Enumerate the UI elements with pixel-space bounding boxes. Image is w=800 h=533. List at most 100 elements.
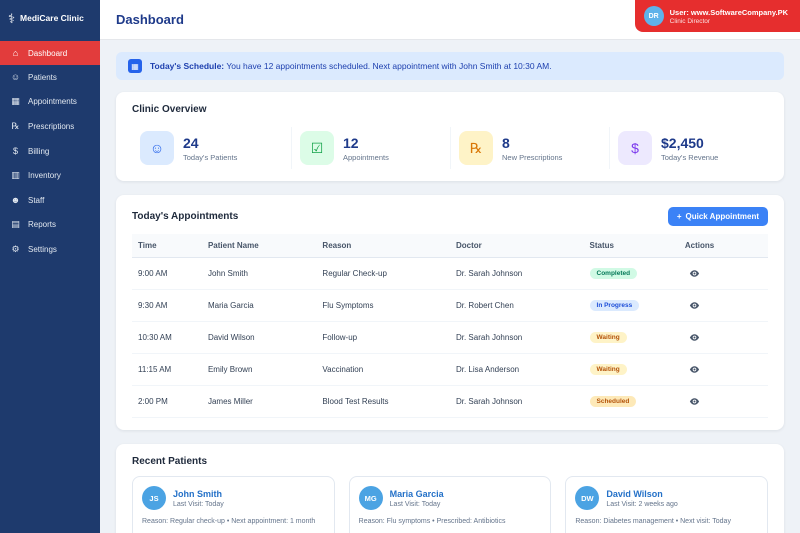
- table-row: 11:15 AM Emily Brown Vaccination Dr. Lis…: [132, 353, 768, 386]
- column-header-doctor: Doctor: [449, 234, 584, 258]
- quick-appointment-button[interactable]: + Quick Appointment: [667, 207, 768, 226]
- sidebar-item-label: Dashboard: [28, 48, 68, 58]
- status-badge: Completed: [589, 268, 638, 279]
- stats-row: ☺ 24 Today's Patients ☑ 12 Appointments: [132, 127, 768, 169]
- sidebar-item-appointments[interactable]: ▦ Appointments: [0, 89, 100, 114]
- patient-name: David Wilson: [606, 488, 663, 499]
- calendar-check-icon: ☑: [300, 131, 334, 165]
- medical-logo-icon: ⚕: [8, 11, 16, 26]
- stat-todays-revenue: $ $2,450 Today's Revenue: [609, 127, 768, 169]
- patient-card: MG Maria Garcia Last Visit: Today Reason…: [348, 476, 552, 533]
- patient-name: Maria Garcia: [389, 488, 444, 499]
- stat-label: Appointments: [343, 152, 389, 162]
- sidebar-item-dashboard[interactable]: ⌂ Dashboard: [0, 41, 100, 65]
- patient-detail: Reason: Flu symptoms • Prescribed: Antib…: [358, 518, 506, 525]
- cell-patient: Emily Brown: [201, 353, 317, 386]
- calendar-icon: ▦: [128, 59, 142, 73]
- status-badge: Scheduled: [589, 396, 637, 407]
- cell-reason: Blood Test Results: [316, 385, 450, 418]
- sidebar-item-label: Billing: [28, 146, 50, 156]
- cell-reason: Vaccination: [316, 353, 450, 386]
- cell-time: 11:15 AM: [132, 353, 202, 386]
- sidebar-item-prescriptions[interactable]: ℞ Prescriptions: [0, 114, 100, 139]
- sidebar-item-patients[interactable]: ☺ Patients: [0, 65, 100, 89]
- sidebar-item-label: Inventory: [28, 171, 61, 180]
- cell-doctor: Dr. Sarah Johnson: [449, 321, 584, 354]
- cell-doctor: Dr. Lisa Anderson: [449, 353, 584, 386]
- inventory-icon: ▥: [11, 170, 20, 180]
- sidebar-nav: ⌂ Dashboard ☺ Patients ▦ Appointments ℞ …: [0, 41, 100, 262]
- last-visit: Last Visit: Today: [173, 500, 224, 508]
- cell-doctor: Dr. Sarah Johnson: [449, 385, 584, 418]
- app-name: MediCare Clinic: [20, 12, 84, 23]
- cell-reason: Follow-up: [316, 321, 450, 354]
- stat-value: 12: [343, 134, 359, 151]
- column-header-actions: Actions: [678, 234, 768, 258]
- app-window: ⚕ MediCare Clinic ⌂ Dashboard ☺ Patients…: [0, 0, 800, 533]
- patient-detail: Reason: Regular check-up • Next appointm…: [142, 518, 316, 525]
- cell-patient: David Wilson: [201, 321, 317, 354]
- stat-value: 24: [183, 134, 199, 151]
- cell-time: 2:00 PM: [132, 385, 202, 418]
- avatar: MG: [358, 486, 383, 510]
- cell-reason: Flu Symptoms: [316, 289, 450, 322]
- appointments-table: Time Patient Name Reason Doctor Status A…: [132, 234, 768, 418]
- patients-icon: ☺: [10, 72, 21, 82]
- reports-icon: ▤: [11, 219, 20, 229]
- sidebar-item-billing[interactable]: $ Billing: [0, 139, 100, 163]
- stat-new-prescriptions: ℞ 8 New Prescriptions: [450, 127, 609, 169]
- stat-label: New Prescriptions: [502, 152, 563, 162]
- sidebar-item-inventory[interactable]: ▥ Inventory: [0, 163, 100, 188]
- dashboard-icon: ⌂: [12, 48, 19, 58]
- sidebar-item-label: Appointments: [28, 97, 77, 106]
- todays-appointments-title: Today's Appointments: [132, 211, 239, 222]
- sidebar-item-label: Staff: [28, 195, 45, 205]
- patient-card: DW David Wilson Last Visit: 2 weeks ago …: [565, 476, 768, 533]
- user-info-box[interactable]: DR User: www.SoftwareCompany.PK Clinic D…: [634, 0, 800, 32]
- billing-icon: $: [12, 146, 18, 156]
- cell-patient: James Miller: [201, 385, 317, 418]
- user-role: Clinic Director: [669, 17, 711, 25]
- avatar: JS: [142, 486, 166, 510]
- cell-patient: Maria Garcia: [201, 289, 317, 322]
- column-header-reason: Reason: [316, 234, 450, 258]
- view-appointment-button[interactable]: [685, 298, 704, 313]
- patient-card: JS John Smith Last Visit: Today Reason: …: [132, 476, 335, 533]
- eye-icon: [689, 334, 699, 341]
- content-area: ▦ Today's Schedule: You have 12 appointm…: [100, 40, 800, 533]
- column-header-status: Status: [583, 234, 679, 258]
- prescription-bottle-icon: ℞: [459, 131, 493, 165]
- plus-icon: +: [676, 212, 682, 221]
- sidebar-item-reports[interactable]: ▤ Reports: [0, 212, 100, 237]
- cell-doctor: Dr. Sarah Johnson: [449, 257, 584, 290]
- view-appointment-button[interactable]: [685, 394, 704, 409]
- table-row: 9:30 AM Maria Garcia Flu Symptoms Dr. Ro…: [132, 289, 768, 322]
- cell-patient: John Smith: [201, 257, 317, 290]
- todays-appointments-card: Today's Appointments + Quick Appointment…: [116, 195, 784, 430]
- recent-patients-card: Recent Patients JS John Smith Last Visit…: [116, 444, 784, 533]
- calendar-icon: ▦: [11, 96, 20, 106]
- column-header-time: Time: [132, 234, 202, 258]
- main-area: Dashboard DR User: www.SoftwareCompany.P…: [100, 0, 800, 533]
- cell-time: 10:30 AM: [132, 321, 202, 354]
- last-visit: Last Visit: 2 weeks ago: [606, 500, 678, 508]
- stat-appointments: ☑ 12 Appointments: [291, 127, 450, 169]
- status-badge: Waiting: [589, 332, 627, 343]
- table-row: 9:00 AM John Smith Regular Check-up Dr. …: [132, 257, 768, 290]
- sidebar-item-label: Patients: [28, 72, 57, 82]
- patient-name: John Smith: [173, 488, 222, 499]
- sidebar-item-staff[interactable]: ☻ Staff: [0, 188, 100, 212]
- view-appointment-button[interactable]: [685, 362, 704, 377]
- view-appointment-button[interactable]: [685, 330, 704, 345]
- cell-time: 9:30 AM: [132, 289, 202, 322]
- clinic-overview-card: Clinic Overview ☺ 24 Today's Patients ☑ …: [116, 92, 784, 181]
- eye-icon: [689, 398, 699, 405]
- schedule-banner-text: Today's Schedule: You have 12 appointmen…: [150, 61, 552, 71]
- sidebar-item-label: Reports: [28, 220, 57, 229]
- app-logo: ⚕ MediCare Clinic: [0, 0, 100, 39]
- sidebar-item-settings[interactable]: ⚙ Settings: [0, 237, 100, 262]
- schedule-banner-lead: Today's Schedule:: [150, 61, 225, 71]
- recent-patients-title: Recent Patients: [132, 456, 208, 467]
- column-header-patient: Patient Name: [201, 234, 317, 258]
- view-appointment-button[interactable]: [685, 266, 704, 281]
